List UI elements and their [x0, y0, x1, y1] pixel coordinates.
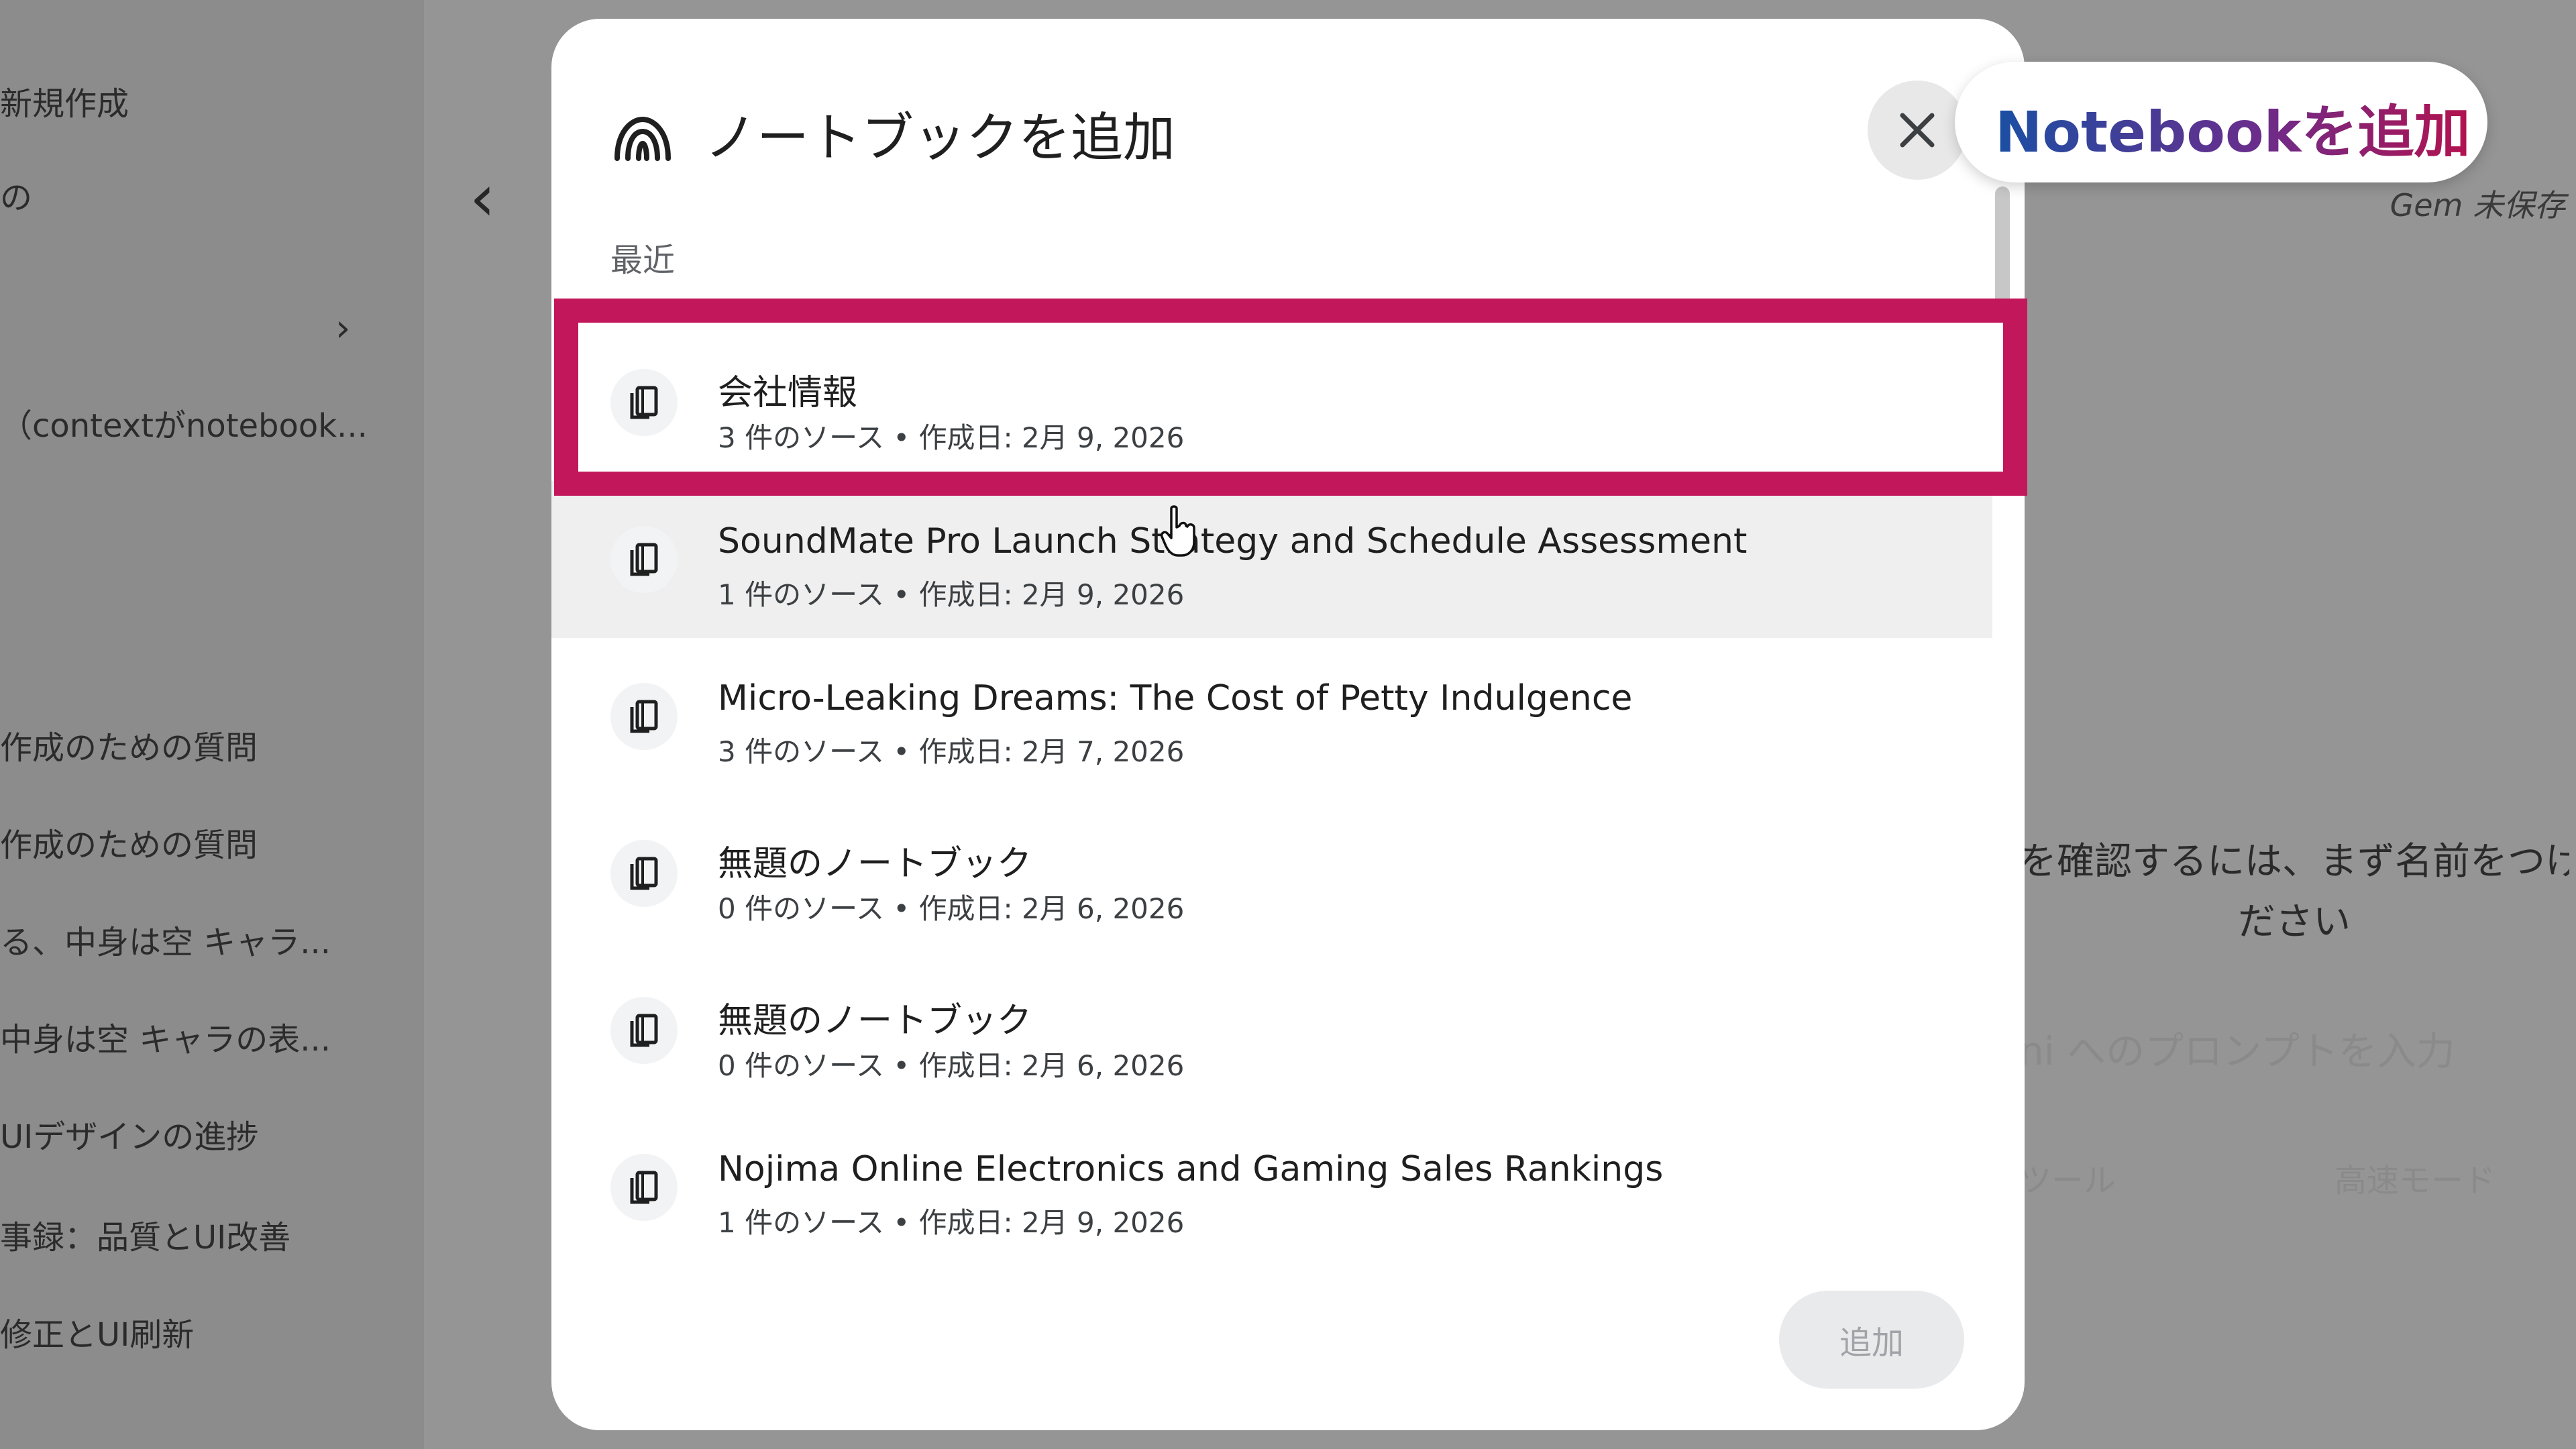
- notebook-title: 無題のノートブック: [718, 1001, 1032, 1041]
- sidebar: 新規作成 の › （contextがnotebook... 作成のための質問 作…: [0, 0, 424, 1449]
- hint-line-1: を確認するには、まず名前をつけ: [2019, 840, 2569, 883]
- add-button[interactable]: 追加: [1779, 1291, 1964, 1389]
- notebook-title: Micro-Leaking Dreams: The Cost of Petty …: [718, 678, 1633, 718]
- notebook-title: Nojima Online Electronics and Gaming Sal…: [718, 1149, 1664, 1189]
- notebook-meta: 0 件のソース • 作成日: 2月 6, 2026: [718, 892, 1185, 925]
- tools-button[interactable]: ツール: [2019, 1154, 2116, 1201]
- sidebar-item[interactable]: 事録：品質とUI改善: [0, 1208, 290, 1268]
- callout-text: Notebookを追加: [1995, 87, 2471, 168]
- sidebar-item[interactable]: 作成のための質問: [0, 718, 258, 778]
- section-label-recent: 最近: [610, 241, 676, 279]
- add-notebook-dialog: ノートブックを追加 最近 会社情報 3 件のソース • 作成日: 2月 9, 2…: [551, 19, 2025, 1430]
- sidebar-item[interactable]: の: [0, 168, 32, 228]
- notebook-logo-icon: [610, 106, 675, 170]
- notebook-meta: 3 件のソース • 作成日: 2月 9, 2026: [718, 421, 1185, 454]
- notebook-meta: 1 件のソース • 作成日: 2月 9, 2026: [718, 578, 1185, 611]
- notebook-row[interactable]: 無題のノートブック 0 件のソース • 作成日: 2月 6, 2026: [551, 795, 1992, 952]
- hint-text: を確認するには、まず名前をつけ ださい: [2019, 832, 2569, 953]
- sidebar-item[interactable]: 修正とUI刷新: [0, 1305, 194, 1365]
- notebook-row[interactable]: 会社情報 3 件のソース • 作成日: 2月 9, 2026: [551, 324, 1992, 481]
- close-button[interactable]: [1868, 80, 1967, 180]
- notebook-icon: [610, 997, 678, 1064]
- chevron-right-icon[interactable]: ›: [335, 302, 362, 356]
- notebook-icon: [610, 369, 678, 436]
- sidebar-item[interactable]: 中身は空 キャラの表...: [0, 1010, 331, 1070]
- sidebar-item[interactable]: 作成のための質問: [0, 815, 258, 875]
- notebook-meta: 0 件のソース • 作成日: 2月 6, 2026: [718, 1049, 1185, 1082]
- notebook-meta: 1 件のソース • 作成日: 2月 9, 2026: [718, 1206, 1185, 1239]
- notebook-title: 無題のノートブック: [718, 844, 1032, 884]
- notebook-row[interactable]: Micro-Leaking Dreams: The Cost of Petty …: [551, 638, 1992, 795]
- scrollbar[interactable]: [1995, 186, 2010, 307]
- callout-badge: Notebookを追加: [1955, 62, 2487, 182]
- notebook-list: 会社情報 3 件のソース • 作成日: 2月 9, 2026 SoundMate…: [551, 324, 1992, 1266]
- notebook-icon: [610, 1154, 678, 1221]
- hand-cursor-icon: [1160, 505, 1195, 557]
- close-icon: [1900, 113, 1935, 148]
- sidebar-item-new[interactable]: 新規作成: [0, 74, 129, 134]
- sidebar-item[interactable]: （contextがnotebook...: [0, 396, 368, 456]
- notebook-title: 会社情報: [718, 373, 858, 413]
- dialog-title: ノートブックを追加: [704, 108, 1176, 168]
- notebook-row[interactable]: 無題のノートブック 0 件のソース • 作成日: 2月 6, 2026: [551, 952, 1992, 1109]
- notebook-row[interactable]: Nojima Online Electronics and Gaming Sal…: [551, 1109, 1992, 1266]
- notebook-title: SoundMate Pro Launch Strategy and Schedu…: [718, 521, 1748, 561]
- notebook-icon: [610, 526, 678, 593]
- prompt-placeholder: ni へのプロンプトを入力: [2019, 1028, 2455, 1074]
- mode-selector[interactable]: 高速モード: [2334, 1154, 2496, 1201]
- gem-status: Gem 未保存: [2390, 187, 2565, 223]
- back-arrow-icon[interactable]: ‹: [470, 161, 523, 235]
- notebook-icon: [610, 840, 678, 907]
- hint-line-2: ださい: [2238, 900, 2351, 944]
- notebook-icon: [610, 683, 678, 750]
- sidebar-item[interactable]: る、中身は空 キャラ...: [0, 912, 331, 973]
- sidebar-item[interactable]: UIデザインの進捗: [0, 1107, 258, 1167]
- notebook-row[interactable]: SoundMate Pro Launch Strategy and Schedu…: [551, 481, 1992, 638]
- notebook-meta: 3 件のソース • 作成日: 2月 7, 2026: [718, 735, 1185, 768]
